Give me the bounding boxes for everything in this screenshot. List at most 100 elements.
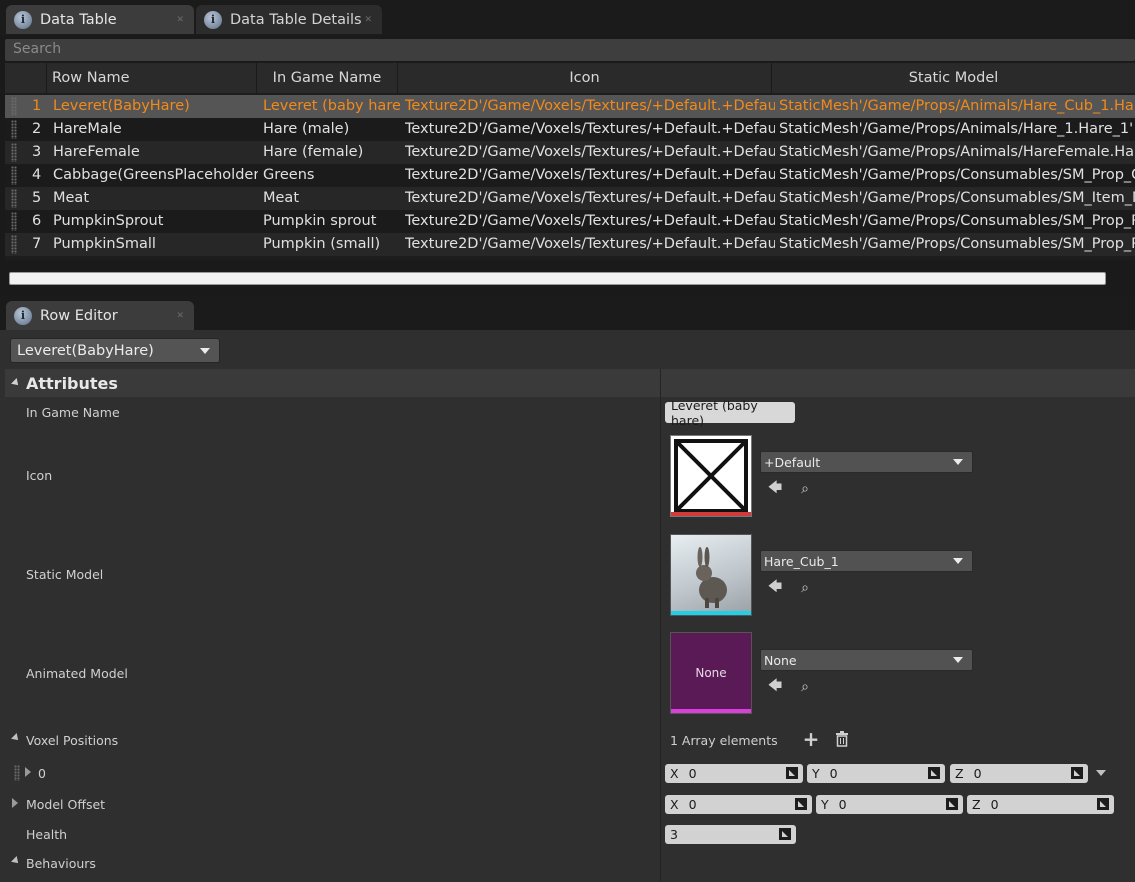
texture-type-underline — [671, 512, 751, 516]
table-row[interactable]: 3 HareFemale Hare (female) Texture2D'/Ga… — [5, 141, 1135, 164]
column-header-icon[interactable]: Icon — [398, 63, 772, 93]
in-game-name-field[interactable]: Leveret (baby hare) — [665, 398, 795, 428]
voxel-y-field[interactable]: Y0 — [807, 764, 945, 783]
spin-handle-icon[interactable] — [779, 828, 791, 840]
use-selected-arrow-icon[interactable]: 🡄 — [766, 579, 784, 597]
cell-in-game-name: Hare (female) — [263, 144, 364, 160]
spin-handle-icon[interactable] — [928, 767, 940, 779]
row-select-dropdown[interactable]: Leveret(BabyHare) — [10, 338, 220, 363]
row-editor-tab-bar: i Row Editor ✕ — [0, 296, 1135, 330]
delete-trash-icon[interactable] — [833, 730, 851, 748]
label-voxel-positions: Voxel Positions — [26, 733, 119, 748]
element-index: 0 — [38, 766, 46, 781]
cell-icon: Texture2D'/Game/Voxels/Textures/+Default… — [405, 236, 775, 252]
icon-asset-dropdown[interactable]: +Default — [760, 451, 973, 473]
table-row[interactable]: 2 HareMale Hare (male) Texture2D'/Game/V… — [5, 118, 1135, 141]
offset-x-value: 0 — [688, 797, 697, 812]
table-row[interactable]: 4 Cabbage(GreensPlaceholder) Greens Text… — [5, 164, 1135, 187]
category-value-header — [660, 369, 1135, 397]
voxel-y-value: 0 — [829, 766, 838, 781]
label-health: Health — [26, 827, 68, 842]
voxel-x-field[interactable]: X0 — [665, 764, 803, 783]
cell-in-game-name: Pumpkin (small) — [263, 236, 381, 252]
offset-y-field[interactable]: Y0 — [816, 795, 963, 814]
add-element-plus-icon[interactable]: + — [802, 727, 820, 751]
cell-static-model: StaticMesh'/Game/Props/Consumables/SM_Pr… — [779, 213, 1135, 229]
close-icon[interactable]: ✕ — [364, 15, 372, 25]
spin-handle-icon[interactable] — [1097, 798, 1109, 810]
row-number: 4 — [32, 167, 42, 183]
animated-model-asset-dropdown[interactable]: None — [760, 649, 973, 671]
column-header-grip — [5, 63, 47, 93]
tab-data-table[interactable]: i Data Table ✕ — [6, 5, 194, 34]
axis-label-z: Z — [955, 766, 964, 781]
cell-static-model: StaticMesh'/Game/Props/Consumables/SM_Pr… — [779, 236, 1135, 252]
static-model-thumbnail[interactable] — [670, 534, 752, 616]
browse-search-icon[interactable]: ⌕ — [796, 579, 814, 597]
table-row[interactable]: 5 Meat Meat Texture2D'/Game/Voxels/Textu… — [5, 187, 1135, 210]
chevron-down-icon — [200, 348, 210, 354]
document-tab-bar: i Data Table ✕ i Data Table Details ✕ — [0, 0, 1135, 36]
column-header-row-name[interactable]: Row Name — [47, 63, 257, 93]
skeletal-type-underline — [671, 709, 751, 713]
spin-handle-icon[interactable] — [946, 798, 958, 810]
static-model-asset-dropdown[interactable]: Hare_Cub_1 — [760, 550, 973, 572]
mesh-type-underline — [671, 611, 751, 615]
table-row[interactable]: 6 PumpkinSprout Pumpkin sprout Texture2D… — [5, 210, 1135, 233]
offset-z-field[interactable]: Z0 — [967, 795, 1114, 814]
row-number: 1 — [32, 98, 42, 114]
browse-search-icon[interactable]: ⌕ — [796, 480, 814, 498]
icon-asset-value: +Default — [764, 454, 821, 470]
drag-handle[interactable] — [14, 765, 20, 781]
animated-model-thumbnail[interactable]: None — [670, 632, 752, 714]
element-options-chevron-icon[interactable] — [1096, 770, 1106, 776]
tab-label: Row Editor — [40, 307, 118, 324]
spin-handle-icon[interactable] — [1071, 767, 1083, 779]
table-row[interactable]: 7 PumpkinSmall Pumpkin (small) Texture2D… — [5, 233, 1135, 256]
health-value: 3 — [670, 827, 678, 842]
drag-handle[interactable] — [11, 120, 17, 139]
drag-handle[interactable] — [11, 97, 17, 116]
use-selected-arrow-icon[interactable]: 🡄 — [766, 480, 784, 498]
hare-model-preview — [696, 547, 727, 608]
tab-data-table-details[interactable]: i Data Table Details ✕ — [196, 5, 382, 34]
health-field[interactable]: 3 — [665, 825, 796, 844]
axis-label-x: X — [670, 766, 679, 781]
search-input[interactable]: Search — [5, 39, 1135, 61]
in-game-name-value: Leveret (baby hare) — [671, 397, 758, 428]
spin-handle-icon[interactable] — [795, 798, 807, 810]
expand-model-offset-icon[interactable] — [12, 798, 18, 808]
expand-element-icon[interactable] — [25, 767, 31, 777]
browse-search-icon[interactable]: ⌕ — [796, 678, 814, 696]
horizontal-scrollbar-thumb[interactable] — [9, 272, 1106, 285]
label-animated-model: Animated Model — [26, 666, 128, 681]
tab-row-editor[interactable]: i Row Editor ✕ — [6, 301, 194, 330]
cell-in-game-name: Greens — [263, 167, 315, 183]
category-label: Attributes — [26, 373, 118, 393]
drag-handle[interactable] — [11, 143, 17, 162]
cell-row-name: HareMale — [53, 121, 122, 137]
drag-handle[interactable] — [11, 235, 17, 254]
drag-handle[interactable] — [11, 212, 17, 231]
table-row[interactable]: 1 Leveret(BabyHare) Leveret (baby hare) … — [5, 95, 1135, 118]
close-icon[interactable]: ✕ — [176, 311, 184, 321]
drag-handle[interactable] — [11, 166, 17, 185]
info-icon: i — [14, 10, 32, 29]
label-icon: Icon — [26, 468, 53, 483]
table-header: Row Name In Game Name Icon Static Model — [5, 63, 1135, 93]
column-header-static-model[interactable]: Static Model — [772, 63, 1135, 93]
use-selected-arrow-icon[interactable]: 🡄 — [766, 678, 784, 696]
close-icon[interactable]: ✕ — [176, 15, 184, 25]
drag-handle[interactable] — [11, 189, 17, 208]
row-number: 5 — [32, 190, 42, 206]
spin-handle-icon[interactable] — [786, 767, 798, 779]
voxel-z-field[interactable]: Z0 — [950, 764, 1088, 783]
column-header-in-game-name[interactable]: In Game Name — [257, 63, 398, 93]
cell-row-name: PumpkinSprout — [53, 213, 164, 229]
icon-thumbnail[interactable] — [670, 435, 752, 517]
search-placeholder: Search — [13, 41, 62, 57]
offset-x-field[interactable]: X0 — [665, 795, 812, 814]
voxel-z-value: 0 — [973, 766, 982, 781]
column-divider[interactable] — [660, 369, 661, 882]
row-editor-panel — [0, 330, 1135, 882]
